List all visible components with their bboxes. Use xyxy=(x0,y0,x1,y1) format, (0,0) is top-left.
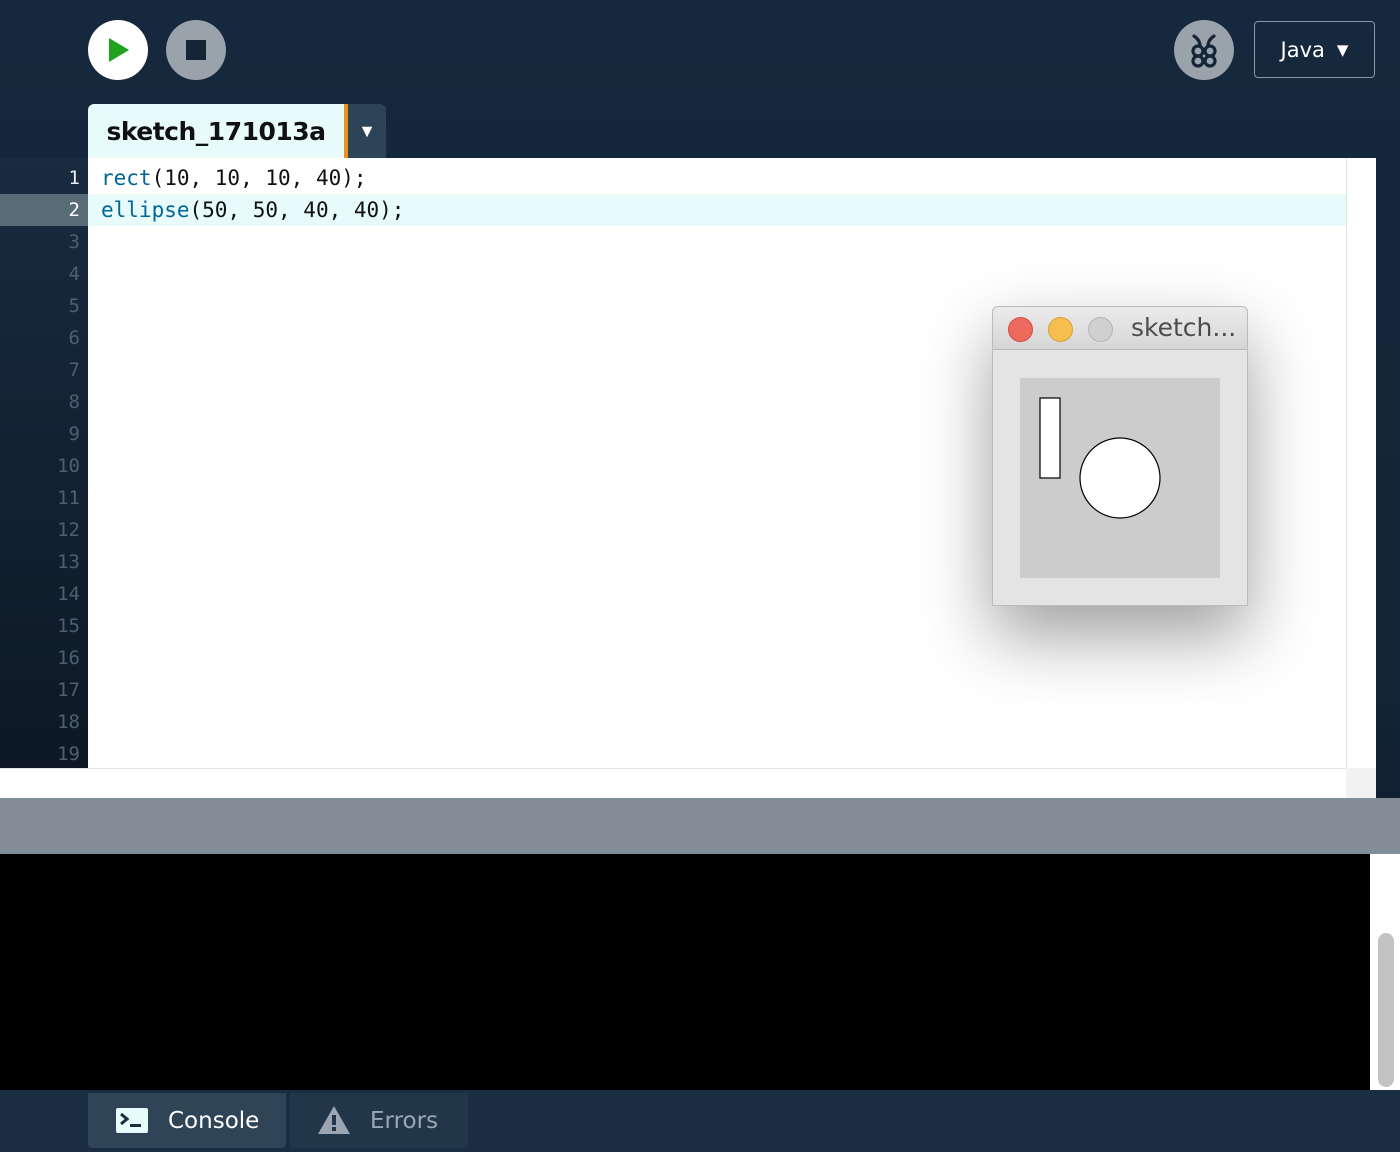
line-number: 1 xyxy=(68,167,80,189)
scrollbar-corner xyxy=(1346,768,1376,798)
sketch-ellipse xyxy=(1079,437,1161,519)
line-number: 10 xyxy=(57,455,80,477)
line-number-gutter: 1 2 3 4 5 6 7 8 9 10 11 12 13 14 15 16 17 18 19 xyxy=(0,158,88,768)
chevron-down-icon: ▼ xyxy=(1336,40,1349,59)
tab-errors-label: Errors xyxy=(370,1107,439,1134)
line-number: 9 xyxy=(68,423,80,445)
tab-errors[interactable]: Errors xyxy=(290,1093,468,1148)
toolbar: Java ▼ xyxy=(0,0,1400,104)
window-minimize-button[interactable] xyxy=(1048,317,1073,342)
run-button[interactable] xyxy=(88,20,148,80)
console-scrollbar-thumb[interactable] xyxy=(1378,933,1394,1087)
code-line: rect(10, 10, 10, 40); xyxy=(101,162,367,194)
editor-horizontal-scrollbar[interactable] xyxy=(0,768,1346,798)
line-number: 7 xyxy=(68,359,80,381)
line-number: 2 xyxy=(68,199,80,221)
sketch-window[interactable]: sketch... xyxy=(992,306,1248,606)
sketch-drawing xyxy=(1039,397,1161,519)
editor-vertical-scrollbar[interactable] xyxy=(1346,158,1376,798)
line-number: 12 xyxy=(57,519,80,541)
sketch-canvas xyxy=(1020,378,1220,578)
code-function-name: rect xyxy=(101,166,152,190)
line-number: 6 xyxy=(68,327,80,349)
line-number: 5 xyxy=(68,295,80,317)
mode-label: Java xyxy=(1280,37,1325,62)
code-line: ellipse(50, 50, 40, 40); xyxy=(101,194,404,226)
play-icon xyxy=(109,38,129,62)
line-number: 11 xyxy=(57,487,80,509)
sketch-rect xyxy=(1039,397,1061,479)
tab-sketch[interactable]: sketch_171013a xyxy=(88,104,344,158)
tab-label: sketch_171013a xyxy=(106,116,326,146)
line-number: 16 xyxy=(57,647,80,669)
stop-button[interactable] xyxy=(166,20,226,80)
console-output[interactable] xyxy=(0,854,1370,1090)
mode-selector[interactable]: Java ▼ xyxy=(1254,21,1375,78)
line-number: 18 xyxy=(57,711,80,733)
debugger-button[interactable] xyxy=(1174,20,1234,80)
sketch-window-titlebar[interactable]: sketch... xyxy=(993,307,1247,350)
debugger-icon xyxy=(1191,34,1217,68)
line-number: 19 xyxy=(57,743,80,765)
stop-icon xyxy=(186,40,206,60)
tab-console-label: Console xyxy=(168,1107,260,1134)
line-number: 13 xyxy=(57,551,80,573)
window-close-button[interactable] xyxy=(1008,317,1033,342)
panel-divider[interactable] xyxy=(0,798,1400,854)
sketch-window-title: sketch... xyxy=(1131,313,1237,342)
line-number: 3 xyxy=(68,231,80,253)
code-arguments: (10, 10, 10, 40); xyxy=(151,166,367,190)
tab-console[interactable]: Console xyxy=(88,1093,286,1148)
window-zoom-button xyxy=(1088,317,1113,342)
line-number: 15 xyxy=(57,615,80,637)
tab-menu-button[interactable]: ▼ xyxy=(348,104,386,158)
code-arguments: (50, 50, 40, 40); xyxy=(189,198,405,222)
warning-icon xyxy=(318,1106,350,1134)
chevron-down-icon: ▼ xyxy=(358,120,376,141)
code-function-name: ellipse xyxy=(101,198,190,222)
line-number: 4 xyxy=(68,263,80,285)
line-number: 8 xyxy=(68,391,80,413)
line-number: 17 xyxy=(57,679,80,701)
line-number: 14 xyxy=(57,583,80,605)
console-icon xyxy=(116,1108,148,1133)
